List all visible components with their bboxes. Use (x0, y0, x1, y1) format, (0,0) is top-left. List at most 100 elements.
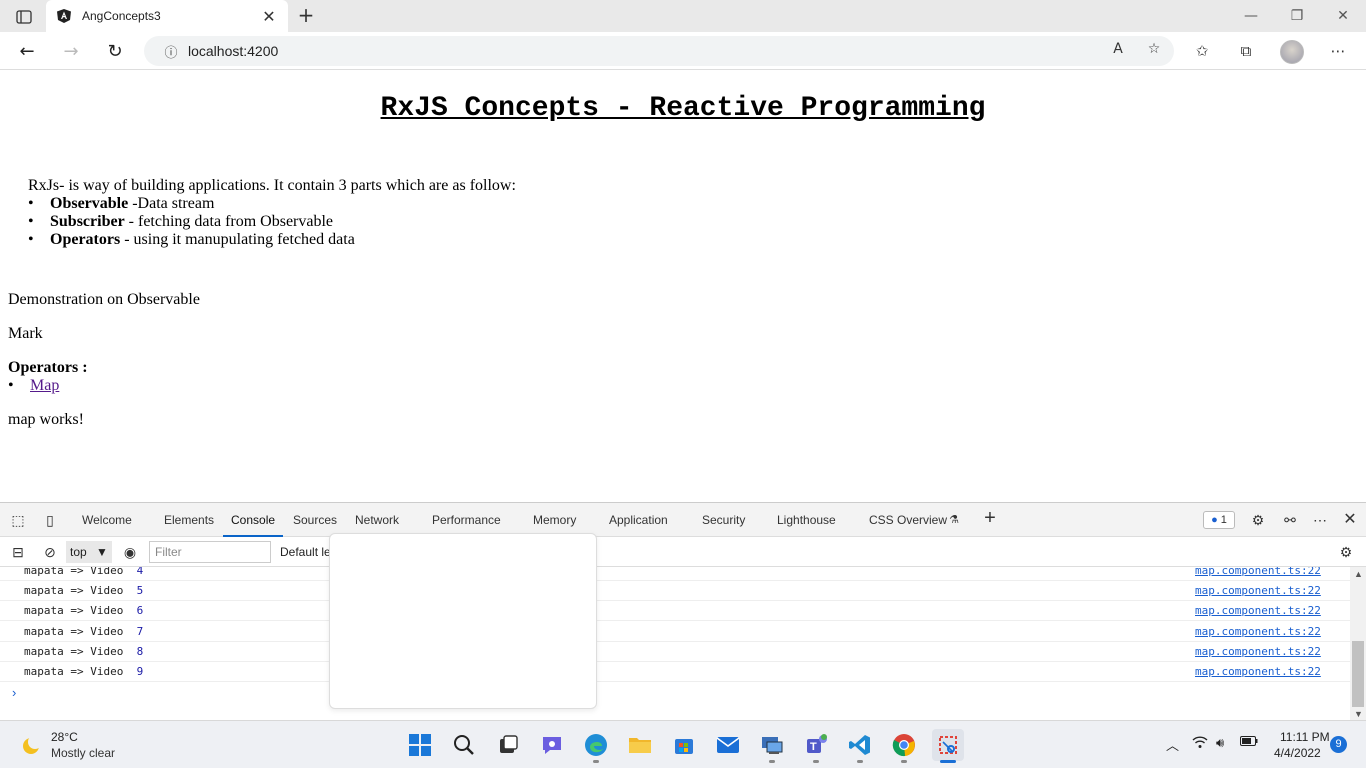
tab-sources[interactable]: Sources (293, 503, 337, 537)
snipping-tool-icon[interactable] (932, 729, 964, 763)
teams-icon[interactable]: T (800, 729, 832, 763)
wifi-icon[interactable] (1192, 735, 1208, 752)
log-source-link[interactable]: map.component.ts:22 (1195, 625, 1321, 638)
back-icon[interactable]: ← (12, 37, 42, 65)
more-tools-plus-icon[interactable]: + (980, 508, 1000, 528)
operators-list: Map (8, 377, 60, 395)
tab-network[interactable]: Network (355, 503, 399, 537)
task-view-icon[interactable] (492, 729, 524, 761)
tab-security[interactable]: Security (702, 503, 745, 537)
tab-css-overview[interactable]: CSS Overview (869, 503, 947, 537)
devtools-close-icon[interactable]: ✕ (1340, 511, 1360, 529)
autocomplete-popup (329, 533, 597, 709)
console-settings-gear-icon[interactable]: ⚙ (1336, 543, 1356, 561)
restore-icon[interactable]: ❐ (1274, 0, 1320, 32)
console-sidebar-icon[interactable]: ⊟ (8, 543, 28, 561)
operators-label: Operators : (8, 359, 88, 376)
vscode-icon[interactable] (844, 729, 876, 763)
favorites-icon[interactable]: ✩ (1190, 41, 1214, 63)
chrome-icon[interactable] (888, 729, 920, 763)
live-expression-eye-icon[interactable]: ◉ (120, 543, 140, 561)
tab-title: AngConcepts3 (82, 9, 161, 23)
tab-actions-icon[interactable] (10, 6, 38, 28)
address-bar[interactable]: ⓘ localhost:4200 (144, 36, 1174, 66)
browser-tab[interactable]: AngConcepts3 ✕ (46, 0, 288, 32)
log-message: mapata => Video 6 (24, 604, 144, 617)
notification-badge[interactable]: 9 (1330, 736, 1347, 753)
table-row: mapata => Video 7 map.component.ts:22 (0, 622, 1350, 642)
window-close-icon[interactable]: ✕ (1320, 0, 1366, 32)
clock-time[interactable]: 11:11 PM (1280, 730, 1330, 744)
table-row: mapata => Video 5 map.component.ts:22 (0, 581, 1350, 601)
search-icon[interactable] (448, 729, 480, 761)
weather-moon-icon[interactable] (20, 733, 44, 757)
battery-icon[interactable] (1240, 735, 1258, 750)
url-text: localhost:4200 (188, 43, 279, 59)
edge-icon[interactable] (580, 729, 612, 763)
inspect-element-icon[interactable]: ⬚ (8, 511, 28, 529)
demo-text: Demonstration on Observable (8, 291, 200, 308)
console-scrollbar[interactable]: ▲ ▼ (1350, 567, 1366, 721)
log-source-link[interactable]: map.component.ts:22 (1195, 604, 1321, 617)
devtools-tab-bar: ⬚ ▯ Welcome Elements Console Sources Net… (0, 503, 1366, 537)
read-aloud-icon[interactable]: A (1108, 39, 1128, 59)
devtools-more-icon[interactable]: ⋯ (1310, 511, 1330, 529)
forward-icon[interactable]: → (56, 37, 86, 65)
taskbar: 28°C Mostly clear T ︿ 🔊︎ 11:11 PM 4/4/20… (0, 720, 1366, 768)
volume-icon[interactable]: 🔊︎ (1216, 735, 1224, 751)
new-tab-icon[interactable]: + (294, 4, 318, 28)
chat-icon[interactable] (536, 729, 568, 761)
list-item: Operators - using it manupulating fetche… (28, 231, 355, 249)
console-prompt-input[interactable]: › (12, 685, 16, 700)
profile-avatar[interactable] (1280, 40, 1304, 64)
start-icon[interactable] (404, 729, 436, 761)
table-row: mapata => Video 8 map.component.ts:22 (0, 642, 1350, 662)
weather-description: Mostly clear (51, 746, 116, 760)
tab-memory[interactable]: Memory (533, 503, 576, 537)
show-hidden-icons-chevron-icon[interactable]: ︿ (1166, 735, 1179, 754)
list-item: Map (8, 377, 60, 395)
log-source-link[interactable]: map.component.ts:22 (1195, 584, 1321, 597)
file-explorer-icon[interactable] (624, 729, 656, 761)
context-select[interactable]: top ▼ (66, 541, 112, 563)
clock-date[interactable]: 4/4/2022 (1274, 746, 1321, 760)
log-source-link[interactable]: map.component.ts:22 (1195, 567, 1321, 577)
tab-elements[interactable]: Elements (164, 503, 214, 537)
more-menu-icon[interactable]: ⋯ (1326, 41, 1350, 63)
running-indicator (940, 760, 956, 763)
remote-desktop-icon[interactable] (756, 729, 788, 763)
mail-icon[interactable] (712, 729, 744, 761)
device-emulation-icon[interactable]: ▯ (40, 511, 60, 529)
map-link[interactable]: Map (30, 377, 59, 394)
chevron-down-icon: ▼ (96, 545, 108, 559)
running-indicator (901, 760, 907, 763)
running-indicator (769, 760, 775, 763)
tab-console[interactable]: Console (223, 503, 284, 537)
log-source-link[interactable]: map.component.ts:22 (1195, 665, 1321, 678)
store-icon[interactable] (668, 729, 700, 761)
clear-console-icon[interactable]: ⊘ (40, 543, 60, 561)
tab-application[interactable]: Application (609, 503, 668, 537)
part-desc: - using it manupulating fetched data (120, 231, 355, 248)
minimize-icon[interactable]: — (1228, 0, 1274, 32)
log-source-link[interactable]: map.component.ts:22 (1195, 645, 1321, 658)
add-favorite-icon[interactable]: ☆ (1144, 39, 1164, 59)
issues-count: 1 (1220, 514, 1227, 526)
tab-performance[interactable]: Performance (432, 503, 501, 537)
console-filter-input[interactable]: Filter (149, 541, 271, 563)
tab-welcome[interactable]: Welcome (82, 503, 132, 537)
scroll-down-icon[interactable]: ▼ (1354, 709, 1363, 719)
log-message: mapata => Video 8 (24, 645, 144, 658)
tab-lighthouse[interactable]: Lighthouse (777, 503, 836, 537)
settings-gear-icon[interactable]: ⚙ (1248, 511, 1268, 529)
tab-close-icon[interactable]: ✕ (260, 7, 278, 26)
issues-badge[interactable]: ● 1 (1203, 511, 1235, 529)
mark-text: Mark (8, 325, 43, 342)
scroll-up-icon[interactable]: ▲ (1354, 569, 1363, 579)
map-works-text: map works! (8, 411, 84, 428)
site-info-icon[interactable]: ⓘ (156, 42, 186, 61)
scrollbar-thumb[interactable] (1352, 641, 1364, 707)
dock-icon[interactable]: ⚯ (1280, 511, 1300, 529)
collections-icon[interactable]: ⧉ (1234, 41, 1258, 63)
refresh-icon[interactable]: ↻ (100, 37, 130, 65)
